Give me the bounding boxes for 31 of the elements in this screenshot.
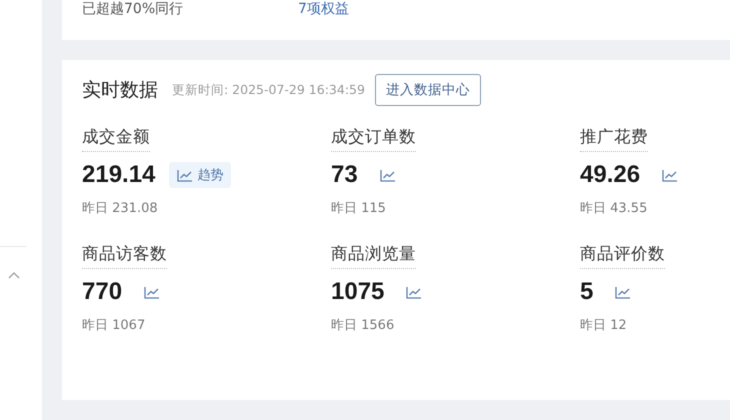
metric-value: 49.26 (580, 161, 640, 189)
metric-value: 1075 (331, 278, 384, 306)
yesterday-value: 昨日 231.08 (82, 200, 158, 217)
yesterday-value: 昨日 12 (580, 317, 627, 334)
trend-chart-icon[interactable] (380, 168, 396, 182)
yesterday-value: 昨日 1067 (82, 317, 146, 334)
metric-value: 219.14 (82, 161, 156, 189)
yesterday-value: 昨日 115 (331, 200, 386, 217)
yesterday-value: 昨日 1566 (331, 317, 394, 334)
metric-label: 商品浏览量 (331, 243, 416, 269)
update-time: 更新时间: 2025-07-29 16:34:59 (172, 82, 365, 98)
metric-value: 73 (331, 161, 358, 189)
data-center-button[interactable]: 进入数据中心 (374, 74, 481, 106)
metric-label: 推广花费 (580, 126, 648, 152)
metric-value: 770 (82, 278, 122, 306)
metric-label: 商品评价数 (580, 243, 665, 269)
trend-chart-icon[interactable] (662, 168, 678, 182)
caret-up-icon[interactable] (8, 271, 20, 279)
trend-chart-icon[interactable] (406, 286, 422, 298)
trend-chart-icon (177, 168, 194, 182)
metric-label: 成交订单数 (331, 126, 416, 152)
benefits-link[interactable]: 7项权益 (298, 0, 349, 18)
metric-value: 5 (580, 278, 594, 306)
trend-chart-icon[interactable] (144, 286, 160, 298)
yesterday-value: 昨日 43.55 (580, 200, 648, 217)
metric-label: 成交金额 (82, 126, 150, 152)
trend-button[interactable]: 趋势 (169, 162, 232, 188)
section-title: 实时数据 (82, 78, 158, 103)
metric-label: 商品访客数 (82, 243, 167, 269)
rank-text: 已超越70%同行 (82, 0, 184, 18)
trend-chart-icon[interactable] (615, 286, 632, 298)
